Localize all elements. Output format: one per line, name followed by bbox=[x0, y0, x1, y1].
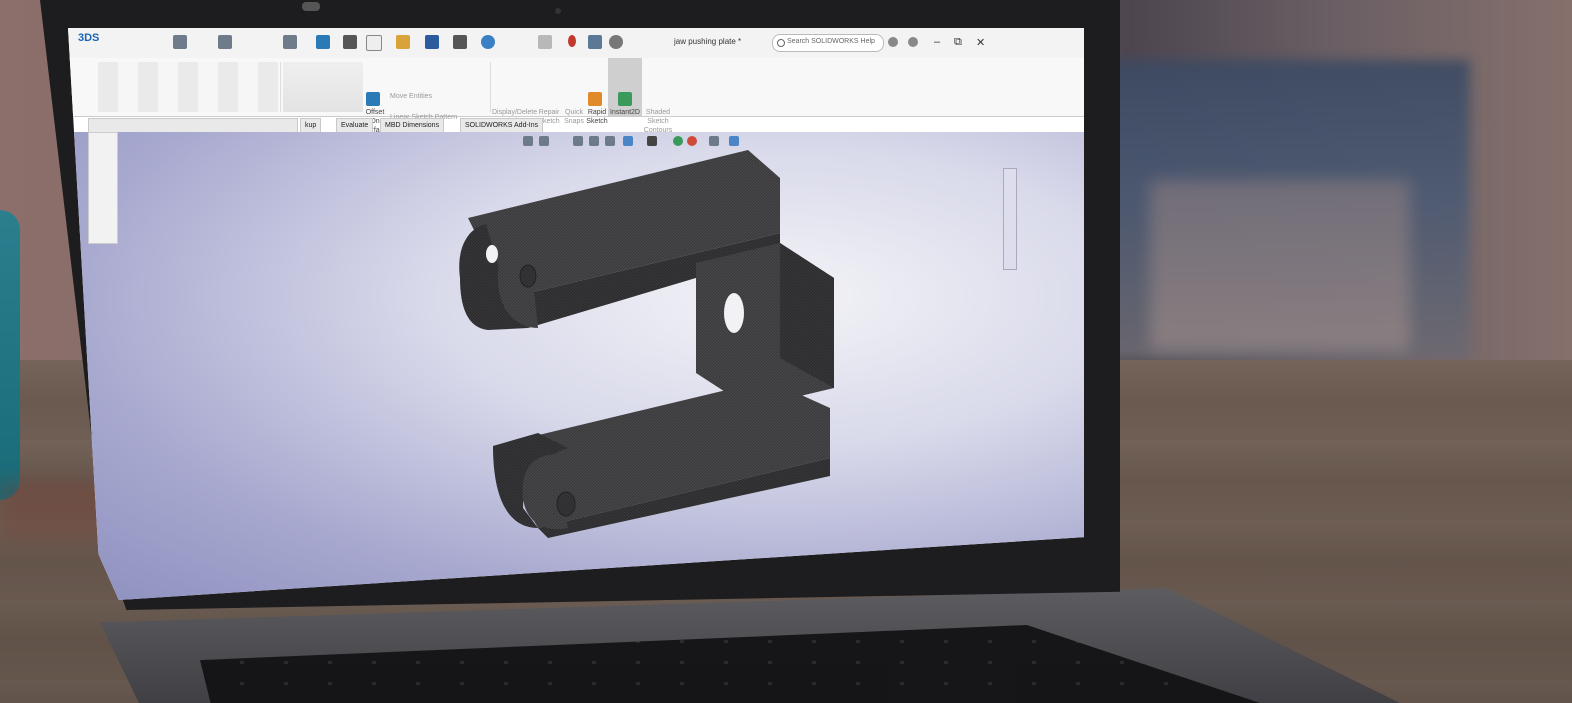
upper-pin-hole-2 bbox=[519, 264, 537, 288]
lower-pin-hole bbox=[556, 491, 576, 517]
background-window-light bbox=[1150, 180, 1410, 350]
sensor-icon bbox=[555, 8, 561, 14]
photo-scene: 3DS jaw pushing plate * Search SOLIDWORK… bbox=[0, 0, 1572, 703]
webcam-icon bbox=[302, 2, 320, 11]
part-3d-model[interactable] bbox=[68, 28, 1084, 600]
teal-object bbox=[0, 210, 20, 500]
upper-pin-hole-1 bbox=[486, 245, 498, 263]
plate-hole bbox=[724, 293, 744, 333]
laptop-screen: 3DS jaw pushing plate * Search SOLIDWORK… bbox=[68, 28, 1084, 600]
